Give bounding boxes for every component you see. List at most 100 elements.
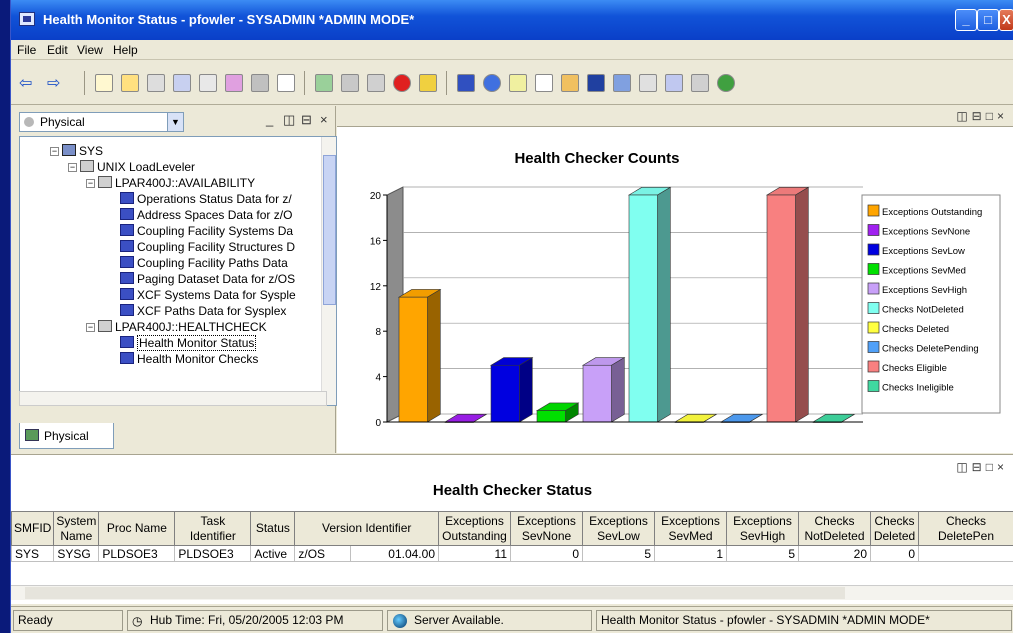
legend-swatch bbox=[867, 341, 880, 353]
column-header[interactable]: System Name bbox=[53, 511, 100, 546]
table-horizontal-scrollbar[interactable] bbox=[11, 585, 1013, 600]
split-horizontal-icon[interactable]: ⊟ bbox=[301, 112, 312, 128]
properties-icon[interactable] bbox=[147, 74, 165, 92]
network-icon[interactable] bbox=[225, 74, 243, 92]
tree-node-selected[interactable]: Health Monitor Status bbox=[120, 335, 257, 351]
menu-edit[interactable]: Edit bbox=[47, 43, 68, 57]
stop-icon[interactable] bbox=[393, 74, 411, 92]
column-header[interactable]: Exceptions SevHigh bbox=[726, 511, 799, 546]
status-workspace: Health Monitor Status - pfowler - SYSADM… bbox=[596, 610, 1012, 631]
maximize-button[interactable]: □ bbox=[977, 9, 999, 31]
workspace-icon bbox=[120, 240, 134, 252]
close-button[interactable]: X bbox=[999, 9, 1013, 31]
notepad-icon[interactable] bbox=[613, 74, 631, 92]
browser-icon[interactable] bbox=[717, 74, 735, 92]
tree-node[interactable]: Address Spaces Data for z/O bbox=[120, 207, 292, 223]
workspace-icon bbox=[120, 272, 134, 284]
link-icon[interactable] bbox=[199, 74, 217, 92]
bar-chart-icon[interactable] bbox=[509, 74, 527, 92]
cell: PLDSOE3 bbox=[174, 545, 252, 562]
collapse-icon[interactable]: − bbox=[50, 147, 59, 156]
system-icon bbox=[62, 144, 76, 156]
menu-view[interactable]: View bbox=[77, 43, 103, 57]
column-header[interactable]: Exceptions SevNone bbox=[510, 511, 583, 546]
menu-help[interactable]: Help bbox=[113, 43, 138, 57]
tree-node[interactable]: − SYS bbox=[50, 143, 103, 159]
workspace-icon bbox=[120, 256, 134, 268]
navigator-pane: Physical ▼ _ ◫ ⊟ × − SYS − UNIX LoadLevele… bbox=[11, 106, 337, 453]
tree-node[interactable]: Paging Dataset Data for z/OS bbox=[120, 271, 295, 287]
chart-pane-controls[interactable]: ◫⊟□× bbox=[956, 109, 1008, 123]
table-row[interactable]: SYS SYSG PLDSOE3 PLDSOE3 Active z/OS 01.… bbox=[10, 545, 1013, 562]
tree-node[interactable]: − LPAR400J::AVAILABILITY bbox=[86, 175, 255, 191]
column-header[interactable]: Exceptions SevMed bbox=[654, 511, 727, 546]
view-select[interactable]: Physical ▼ bbox=[19, 112, 184, 132]
column-header[interactable]: Checks NotDeleted bbox=[798, 511, 871, 546]
legend-label: Exceptions SevHigh bbox=[882, 285, 967, 296]
column-header[interactable]: Exceptions SevLow bbox=[582, 511, 655, 546]
app-icon bbox=[19, 12, 35, 26]
column-header[interactable]: Checks DeletePen bbox=[918, 511, 1013, 546]
monitor-icon[interactable] bbox=[587, 74, 605, 92]
tree-node[interactable]: Health Monitor Checks bbox=[120, 351, 258, 367]
minimize-button[interactable]: _ bbox=[955, 9, 977, 31]
pie-chart-icon[interactable] bbox=[483, 74, 501, 92]
gauge-icon[interactable] bbox=[561, 74, 579, 92]
tab-physical[interactable]: Physical bbox=[19, 423, 114, 449]
column-header[interactable]: Version Identifier bbox=[294, 511, 439, 546]
cell: z/OS bbox=[294, 545, 351, 562]
column-header[interactable]: Checks Deleted bbox=[870, 511, 919, 546]
column-header[interactable]: Proc Name bbox=[98, 511, 176, 546]
close-pane-icon[interactable]: × bbox=[320, 112, 328, 127]
new-icon[interactable] bbox=[95, 74, 113, 92]
bar bbox=[628, 194, 658, 423]
clock-icon: ◷ bbox=[132, 614, 143, 628]
workspace-icon[interactable] bbox=[173, 74, 191, 92]
scroll-thumb[interactable] bbox=[25, 587, 845, 599]
collapse-icon[interactable]: − bbox=[68, 163, 77, 172]
sync-icon[interactable] bbox=[367, 74, 385, 92]
tree-node[interactable]: XCF Systems Data for Sysple bbox=[120, 287, 296, 303]
chart-title: Health Checker Counts bbox=[514, 150, 679, 167]
bar bbox=[766, 194, 796, 423]
forward-arrow-icon[interactable]: ⇨ bbox=[47, 73, 60, 93]
collapse-icon[interactable]: − bbox=[86, 179, 95, 188]
tree-horizontal-scrollbar[interactable] bbox=[19, 391, 327, 406]
tree-node[interactable]: Coupling Facility Systems Da bbox=[120, 223, 293, 239]
menu-file[interactable]: File bbox=[17, 43, 36, 57]
column-header[interactable]: SMFID bbox=[10, 511, 55, 546]
edit-icon[interactable] bbox=[665, 74, 683, 92]
settings-icon[interactable] bbox=[341, 74, 359, 92]
column-header[interactable]: Status bbox=[250, 511, 296, 546]
sound-icon[interactable] bbox=[419, 74, 437, 92]
tree-node[interactable]: Coupling Facility Structures D bbox=[120, 239, 295, 255]
users-icon[interactable] bbox=[251, 74, 269, 92]
tree-node[interactable]: Coupling Facility Paths Data bbox=[120, 255, 288, 271]
event-icon[interactable] bbox=[639, 74, 657, 92]
refresh-icon[interactable] bbox=[315, 74, 333, 92]
column-header[interactable]: Task Identifier bbox=[174, 511, 252, 546]
physical-view-icon bbox=[25, 429, 39, 441]
table-pane-controls[interactable]: ◫⊟□× bbox=[956, 460, 1008, 474]
tree-vertical-scrollbar[interactable] bbox=[321, 137, 336, 405]
column-header[interactable]: Exceptions Outstanding bbox=[438, 511, 511, 546]
back-arrow-icon[interactable]: ⇦ bbox=[19, 73, 32, 93]
workspace-icon bbox=[120, 304, 134, 316]
save-icon[interactable] bbox=[121, 74, 139, 92]
chevron-down-icon[interactable]: ▼ bbox=[167, 113, 183, 131]
tree-node[interactable]: − LPAR400J::HEALTHCHECK bbox=[86, 319, 267, 335]
minimize-pane-icon[interactable]: _ bbox=[266, 112, 273, 127]
cell: 0 bbox=[870, 545, 919, 562]
y-tick-label: 12 bbox=[370, 282, 382, 293]
tree-node[interactable]: XCF Paths Data for Sysplex bbox=[120, 303, 286, 319]
help-icon[interactable] bbox=[277, 74, 295, 92]
bar-side bbox=[611, 357, 625, 423]
plot-chart-icon[interactable] bbox=[535, 74, 553, 92]
tree-node[interactable]: − UNIX LoadLeveler bbox=[68, 159, 195, 175]
scroll-thumb[interactable] bbox=[323, 155, 336, 305]
split-vertical-icon[interactable]: ◫ bbox=[283, 112, 295, 128]
table-icon[interactable] bbox=[457, 74, 475, 92]
terminal-icon[interactable] bbox=[691, 74, 709, 92]
tree-node[interactable]: Operations Status Data for z/ bbox=[120, 191, 292, 207]
collapse-icon[interactable]: − bbox=[86, 323, 95, 332]
